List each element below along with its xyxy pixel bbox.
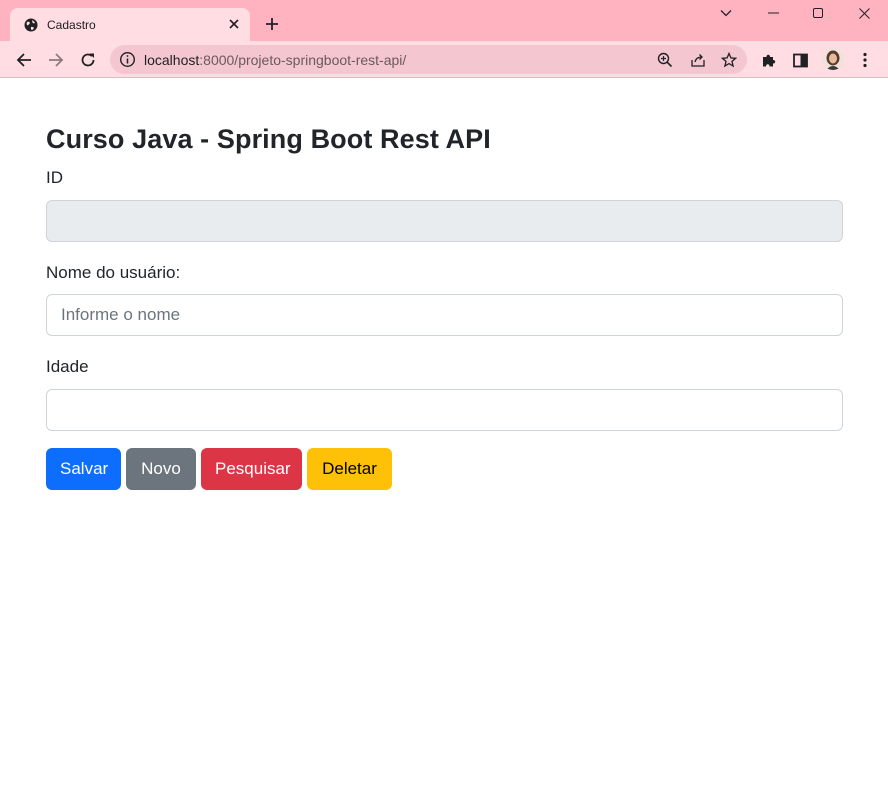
age-label: Idade [46,357,89,376]
tab-title: Cadastro [47,17,96,32]
avatar[interactable] [822,48,844,70]
new-button[interactable]: Novo [126,448,196,490]
arrow-left-icon[interactable] [13,49,35,71]
maximize-icon[interactable] [807,4,829,22]
id-label: ID [46,168,63,187]
side-panel-icon[interactable] [790,50,810,70]
delete-button[interactable]: Deletar [307,448,392,490]
zoom-icon[interactable] [655,50,674,69]
name-field[interactable] [46,294,843,336]
page-title: Curso Java - Spring Boot Rest API [46,124,491,154]
globe-icon [24,18,38,32]
name-label: Nome do usuário: [46,263,181,282]
arrow-right-icon[interactable] [45,49,67,71]
plus-icon[interactable] [262,14,282,34]
address-bar[interactable]: localhost:8000/projeto-springboot-rest-a… [110,45,747,74]
star-icon[interactable] [719,50,738,69]
close-icon[interactable] [853,4,875,22]
page-content: Curso Java - Spring Boot Rest API ID Nom… [0,78,888,806]
info-icon[interactable] [119,51,136,68]
age-field[interactable] [46,389,843,431]
save-button[interactable]: Salvar [46,448,121,490]
browser-titlebar: Cadastro [0,0,888,41]
minimize-icon[interactable] [762,4,784,22]
share-icon[interactable] [688,50,707,69]
chevron-down-icon[interactable] [715,4,737,22]
url-text: localhost:8000/projeto-springboot-rest-a… [144,52,406,68]
reload-icon[interactable] [77,49,99,71]
id-field[interactable] [46,200,843,242]
browser-toolbar: localhost:8000/projeto-springboot-rest-a… [0,41,888,78]
puzzle-icon[interactable] [759,50,779,70]
url-path: :8000/projeto-springboot-rest-api/ [199,52,407,68]
url-host: localhost [144,52,200,68]
browser-tab[interactable]: Cadastro [10,8,250,41]
kebab-menu-icon[interactable] [855,50,875,70]
close-icon[interactable] [226,16,242,32]
search-button[interactable]: Pesquisar [201,448,302,490]
